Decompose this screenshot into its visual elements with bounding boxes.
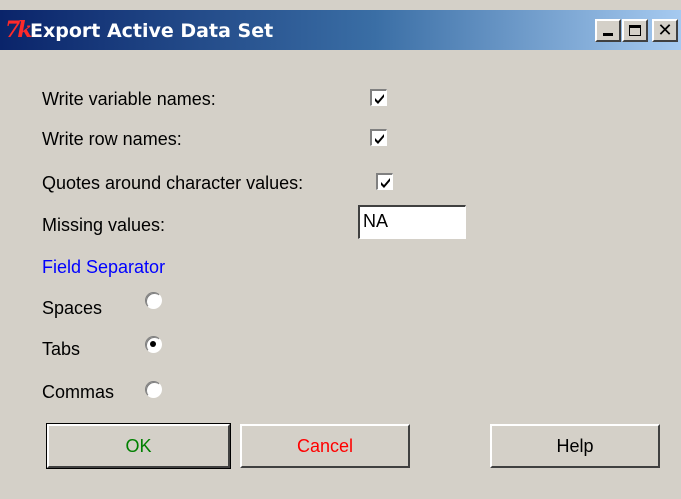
close-button[interactable]: ✕ (652, 19, 678, 42)
minimize-icon (603, 33, 613, 36)
write-row-names-checkbox[interactable] (370, 129, 387, 146)
quotes-around-character-values-checkbox[interactable] (376, 173, 393, 190)
radio-selected-dot (150, 341, 156, 347)
minimize-button[interactable] (595, 19, 621, 42)
cancel-button[interactable]: Cancel (240, 424, 410, 468)
title-bar[interactable]: 7k Export Active Data Set ✕ (0, 10, 681, 50)
commas-radio[interactable] (145, 381, 162, 398)
write-variable-names-checkbox[interactable] (370, 89, 387, 106)
commas-radio-label: Commas (42, 382, 115, 402)
maximize-button[interactable] (622, 19, 648, 42)
missing-values-input[interactable]: NA (358, 205, 466, 239)
tk-icon: 7k (5, 17, 33, 43)
tabs-radio-label: Tabs (42, 339, 81, 359)
field-separator-heading: Field Separator (42, 257, 166, 277)
write-row-names-label: Write row names: (42, 129, 182, 149)
spaces-radio-label: Spaces (42, 298, 103, 318)
checkmark-icon (375, 94, 384, 104)
write-variable-names-label: Write variable names: (42, 89, 216, 109)
ok-button[interactable]: OK (46, 423, 231, 469)
tabs-radio[interactable] (145, 336, 162, 353)
quotes-around-character-values-label: Quotes around character values: (42, 173, 304, 193)
maximize-icon (629, 25, 641, 36)
window-title: Export Active Data Set (30, 20, 274, 42)
spaces-radio[interactable] (145, 292, 162, 309)
export-dialog: 7k Export Active Data Set ✕ Write variab… (0, 0, 681, 499)
checkmark-icon (375, 134, 384, 144)
checkmark-icon (381, 178, 390, 188)
help-button[interactable]: Help (490, 424, 660, 468)
missing-values-label: Missing values: (42, 215, 166, 235)
close-icon: ✕ (657, 20, 673, 41)
